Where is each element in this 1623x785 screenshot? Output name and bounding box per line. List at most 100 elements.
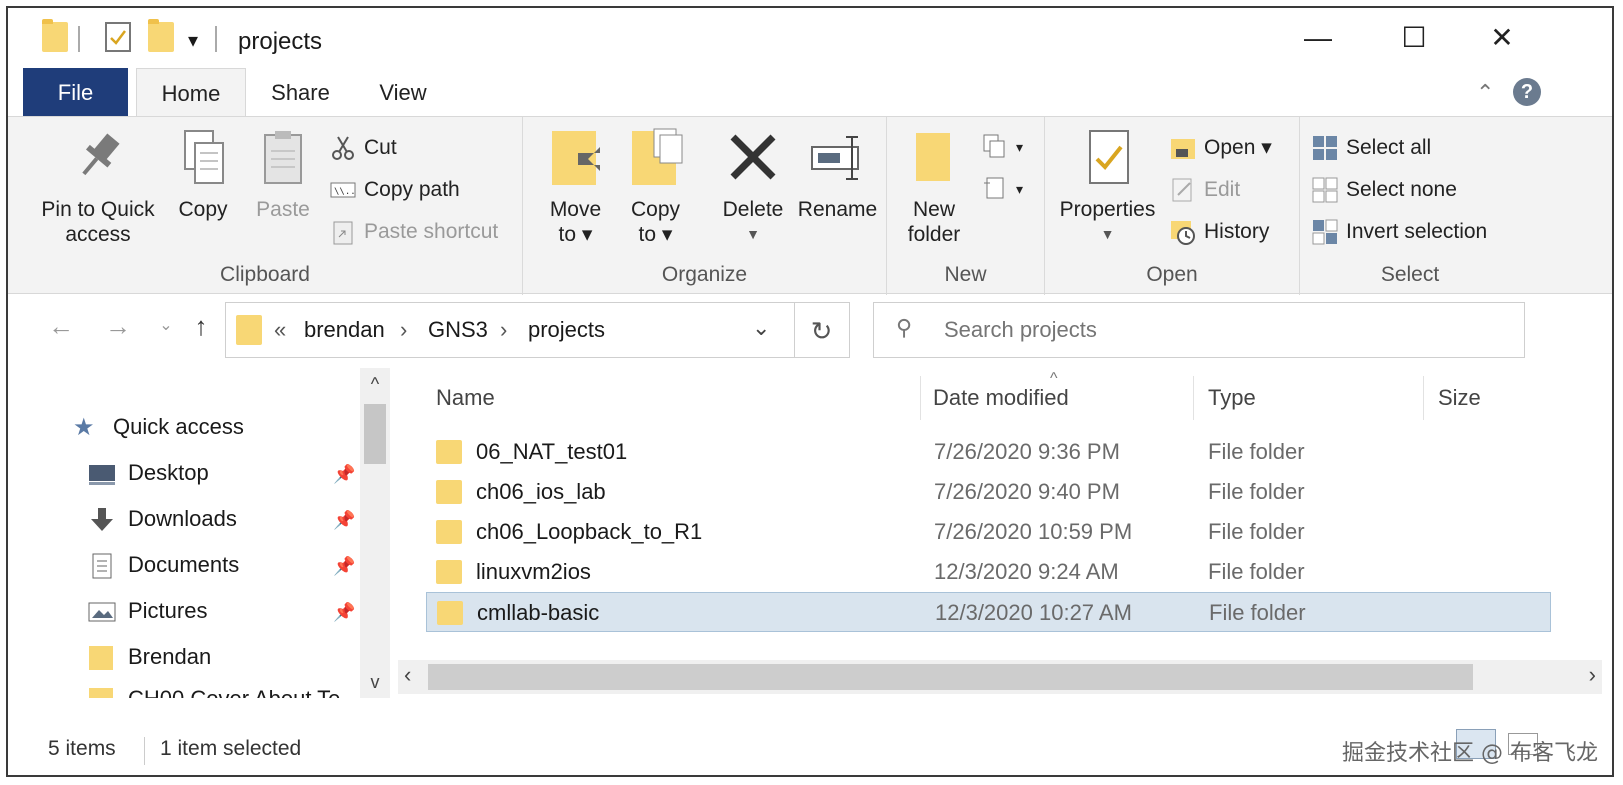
folder-icon bbox=[436, 560, 462, 584]
pin-to-quick-access-label: Pin to Quick access bbox=[41, 198, 155, 246]
nav-item-desktop[interactable]: Desktop bbox=[88, 456, 209, 490]
folder-icon bbox=[88, 686, 116, 698]
collapse-ribbon-icon[interactable]: ⌃ bbox=[1476, 80, 1494, 106]
column-header-type[interactable]: Type bbox=[1208, 378, 1256, 418]
open-button[interactable]: Open ▾ bbox=[1170, 133, 1272, 163]
column-separator[interactable] bbox=[1193, 376, 1194, 420]
breadcrumb-separator[interactable]: › bbox=[500, 317, 507, 343]
move-to-button[interactable]: Move to ▾ bbox=[538, 127, 613, 247]
nav-item-pictures[interactable]: Pictures bbox=[88, 594, 207, 628]
column-separator[interactable] bbox=[1423, 376, 1424, 420]
copy-path-icon: \\.. bbox=[330, 177, 356, 203]
scroll-up-icon[interactable]: ^ bbox=[360, 368, 390, 400]
scroll-thumb[interactable] bbox=[364, 404, 386, 464]
help-icon[interactable]: ? bbox=[1513, 78, 1541, 106]
recent-locations-icon[interactable]: ⌄ bbox=[148, 308, 184, 344]
invert-selection-button[interactable]: Invert selection bbox=[1312, 217, 1487, 247]
column-header-size[interactable]: Size bbox=[1438, 378, 1481, 418]
pin-icon[interactable]: 📌 bbox=[333, 510, 355, 531]
forward-arrow-icon[interactable]: → bbox=[100, 308, 136, 344]
folder-icon bbox=[436, 480, 462, 504]
toolbar-divider bbox=[215, 26, 217, 52]
file-list-horizontal-scrollbar[interactable]: ‹ › bbox=[398, 660, 1602, 694]
cut-button[interactable]: Cut bbox=[330, 133, 397, 163]
copy-button[interactable]: Copy bbox=[168, 127, 238, 222]
nav-item-ch00[interactable]: CH00 Cover About Te bbox=[88, 682, 340, 698]
copy-path-button[interactable]: \\.. Copy path bbox=[330, 175, 460, 205]
easy-access-button[interactable]: ▾ bbox=[982, 173, 1023, 203]
new-group: New folder ▾ ▾ New bbox=[887, 117, 1045, 295]
tab-file[interactable]: File bbox=[23, 68, 128, 118]
up-arrow-icon[interactable]: ↑ bbox=[183, 308, 219, 344]
back-arrow-icon[interactable]: ← bbox=[43, 308, 79, 344]
pin-icon[interactable]: 📌 bbox=[333, 556, 355, 577]
column-header-date-modified[interactable]: Date modified bbox=[933, 378, 1069, 418]
pin-icon[interactable]: 📌 bbox=[333, 602, 355, 623]
scissors-icon bbox=[330, 135, 356, 161]
scroll-thumb[interactable] bbox=[428, 664, 1473, 690]
table-row[interactable]: linuxvm2ios 12/3/2020 9:24 AM File folde… bbox=[426, 552, 1551, 592]
nav-pane-scrollbar[interactable]: ^ v bbox=[360, 368, 390, 698]
table-row[interactable]: ch06_ios_lab 7/26/2020 9:40 PM File fold… bbox=[426, 472, 1551, 512]
column-separator[interactable] bbox=[920, 376, 921, 420]
select-all-button[interactable]: Select all bbox=[1312, 133, 1431, 163]
column-header-name[interactable]: Name bbox=[436, 378, 495, 418]
properties-quick-icon[interactable] bbox=[105, 22, 131, 52]
new-item-icon bbox=[982, 133, 1008, 159]
refresh-icon[interactable]: ↻ bbox=[794, 302, 850, 358]
pin-icon[interactable]: 📌 bbox=[333, 464, 355, 485]
close-button[interactable]: ✕ bbox=[1482, 20, 1522, 56]
history-label: History bbox=[1204, 220, 1270, 243]
nav-item-label: Downloads bbox=[128, 506, 237, 531]
nav-item-brendan[interactable]: Brendan bbox=[88, 640, 211, 674]
new-folder-quick-icon[interactable] bbox=[148, 19, 174, 56]
select-group-label: Select bbox=[1380, 263, 1440, 286]
file-name: 06_NAT_test01 bbox=[476, 439, 628, 464]
download-icon bbox=[88, 506, 116, 534]
delete-dropdown-icon[interactable]: ▼ bbox=[713, 222, 793, 247]
properties-button[interactable]: Properties ▼ bbox=[1055, 127, 1160, 247]
tab-home[interactable]: Home bbox=[136, 68, 246, 118]
nav-item-documents[interactable]: Documents bbox=[88, 548, 239, 582]
paste-button[interactable]: Paste bbox=[248, 127, 318, 222]
table-row[interactable]: 06_NAT_test01 7/26/2020 9:36 PM File fol… bbox=[426, 432, 1551, 472]
search-icon: ⚲ bbox=[896, 315, 913, 340]
paste-shortcut-button[interactable]: Paste shortcut bbox=[330, 217, 498, 247]
nav-item-quick-access[interactable]: ★ Quick access bbox=[73, 410, 244, 444]
select-none-button[interactable]: Select none bbox=[1312, 175, 1457, 205]
maximize-button[interactable]: ☐ bbox=[1394, 20, 1434, 56]
address-bar[interactable]: « brendan › GNS3 › projects ⌄ bbox=[225, 302, 795, 358]
scroll-down-icon[interactable]: v bbox=[360, 666, 390, 698]
search-input[interactable] bbox=[944, 315, 1504, 345]
copy-to-button[interactable]: Copy to ▾ bbox=[618, 127, 693, 247]
rename-button[interactable]: Rename bbox=[795, 127, 880, 222]
nav-item-label: Documents bbox=[128, 552, 240, 577]
history-button[interactable]: History bbox=[1170, 217, 1269, 247]
address-dropdown-icon[interactable]: ⌄ bbox=[752, 315, 770, 341]
breadcrumb-separator[interactable]: › bbox=[400, 317, 407, 343]
scroll-right-icon[interactable]: › bbox=[1589, 662, 1596, 688]
scroll-left-icon[interactable]: ‹ bbox=[404, 662, 411, 688]
search-box[interactable]: ⚲ bbox=[873, 302, 1525, 358]
overflow-chevron-icon[interactable]: « bbox=[274, 317, 286, 343]
tab-share[interactable]: Share bbox=[253, 68, 348, 118]
minimize-button[interactable]: — bbox=[1298, 20, 1338, 56]
copy-label: Copy bbox=[178, 198, 228, 221]
breadcrumb-brendan[interactable]: brendan bbox=[304, 317, 385, 343]
customize-toolbar-icon[interactable]: ▾ bbox=[188, 28, 198, 62]
breadcrumb-projects[interactable]: projects bbox=[528, 317, 605, 343]
nav-item-downloads[interactable]: Downloads bbox=[88, 502, 237, 536]
folder-icon bbox=[436, 520, 462, 544]
new-folder-label: New folder bbox=[907, 198, 961, 246]
new-item-button[interactable]: ▾ bbox=[982, 131, 1023, 161]
delete-button[interactable]: Delete ▼ bbox=[713, 127, 793, 247]
quick-access-folder-icon[interactable] bbox=[42, 19, 68, 56]
table-row[interactable]: ch06_Loopback_to_R1 7/26/2020 10:59 PM F… bbox=[426, 512, 1551, 552]
breadcrumb-gns3[interactable]: GNS3 bbox=[428, 317, 488, 343]
pin-to-quick-access-button[interactable]: Pin to Quick access bbox=[28, 127, 168, 247]
edit-button[interactable]: Edit bbox=[1170, 175, 1240, 205]
new-folder-button[interactable]: New folder bbox=[899, 127, 969, 247]
properties-dropdown-icon[interactable]: ▼ bbox=[1055, 222, 1160, 247]
tab-view[interactable]: View bbox=[358, 68, 448, 118]
table-row-selected[interactable]: cmllab-basic 12/3/2020 10:27 AM File fol… bbox=[426, 592, 1551, 632]
